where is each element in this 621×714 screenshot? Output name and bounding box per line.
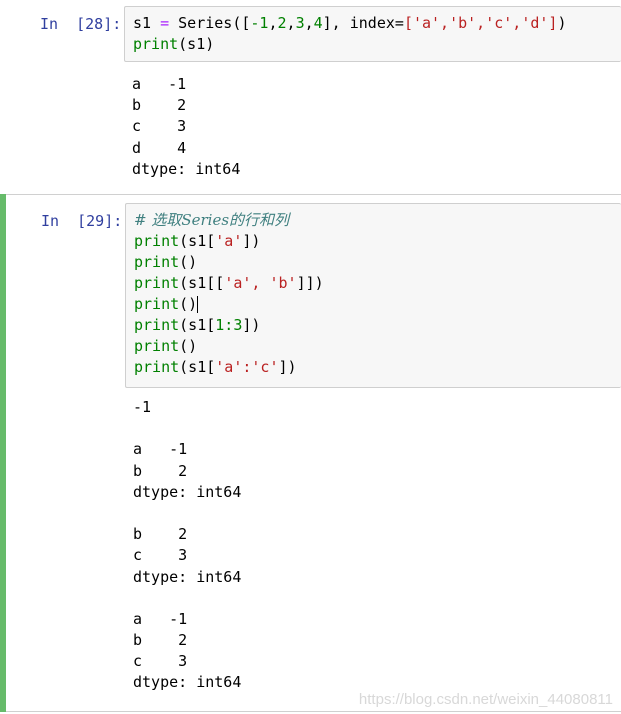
code-line: # 选取Series的行和列 <box>134 210 613 231</box>
code-token: Series([ <box>178 14 251 32</box>
code-token: , <box>304 14 314 32</box>
code-token: s1 <box>133 14 152 32</box>
code-token: () <box>179 337 198 355</box>
output-line: b 2 <box>133 525 188 544</box>
code-token: = <box>151 14 179 32</box>
notebook-cell-28[interactable]: In [28]: s1 = Series([-1,2,3,4], index=[… <box>0 0 621 193</box>
output-line: a -1 <box>133 609 188 628</box>
output-line: a -1 <box>133 440 188 459</box>
code-token: ['a','b','c','d'] <box>403 14 558 32</box>
output-line: b 2 <box>133 461 188 480</box>
code-line: print() <box>134 294 613 315</box>
code-token: print <box>134 337 180 355</box>
code-token: (s1[ <box>179 316 216 334</box>
code-input-area[interactable]: s1 = Series([-1,2,3,4], index=['a','b','… <box>124 6 621 62</box>
code-line: print() <box>134 252 613 273</box>
code-token: 1:3 <box>215 316 243 334</box>
code-token: 'a' <box>215 232 243 250</box>
code-token: print <box>134 316 180 334</box>
code-line: print(s1[['a', 'b']]) <box>134 273 613 294</box>
code-token: ]) <box>242 232 261 250</box>
notebook-cell-29[interactable]: In [29]: # 选取Series的行和列 print(s1['a']) p… <box>0 194 621 712</box>
output-line: a -1 <box>132 75 187 93</box>
code-token: -1 <box>250 14 269 32</box>
output-line: dtype: int64 <box>133 482 242 501</box>
code-token: 2 <box>277 14 287 32</box>
code-token: print <box>134 358 180 376</box>
code-token: print <box>133 35 179 53</box>
cell-prompt: In [29]: <box>41 212 123 230</box>
code-token: , <box>286 14 296 32</box>
code-token: ]]) <box>296 274 324 292</box>
code-token: () <box>179 253 198 271</box>
output-line: dtype: int64 <box>133 567 242 586</box>
code-token: (s1[ <box>179 232 216 250</box>
code-line: print(s1['a':'c']) <box>134 357 613 378</box>
code-token: 'a', 'b' <box>224 274 297 292</box>
output-line: -1 <box>133 398 152 416</box>
code-line: print(s1[1:3]) <box>134 315 613 336</box>
code-token: ], index= <box>322 14 404 32</box>
code-token: 4 <box>313 14 323 32</box>
code-token: ) <box>557 14 567 32</box>
code-token: print <box>134 232 180 250</box>
code-input-area[interactable]: # 选取Series的行和列 print(s1['a']) print() pr… <box>125 203 621 388</box>
code-line: s1 = Series([-1,2,3,4], index=['a','b','… <box>133 13 613 34</box>
output-line: c 3 <box>133 546 188 565</box>
output-line: c 3 <box>132 117 187 136</box>
code-line: print(s1) <box>133 34 613 55</box>
output-line: b 2 <box>132 96 187 115</box>
code-token: () <box>179 295 198 313</box>
code-token: print <box>134 274 180 292</box>
output-line: d 4 <box>132 138 187 157</box>
cell-output: a -1 b 2 c 3 d 4 dtype: int64 <box>132 74 621 180</box>
code-token: 'a':'c' <box>215 358 279 376</box>
output-line: c 3 <box>133 652 188 671</box>
output-line: dtype: int64 <box>132 159 241 178</box>
cell-prompt: In [28]: <box>40 15 122 33</box>
code-token: ]) <box>242 316 261 334</box>
output-line: b 2 <box>133 631 188 650</box>
code-token: 3 <box>295 14 305 32</box>
code-line: print(s1['a']) <box>134 231 613 252</box>
code-token: (s1[[ <box>179 274 225 292</box>
code-comment: # 选取Series的行和列 <box>134 211 290 229</box>
code-token: , <box>268 14 278 32</box>
code-token: print <box>134 295 180 313</box>
text-cursor <box>197 296 199 313</box>
code-line: print() <box>134 336 613 357</box>
code-token: ]) <box>278 358 297 376</box>
code-token: (s1[ <box>179 358 216 376</box>
watermark-text: https://blog.csdn.net/weixin_44080811 <box>358 691 613 708</box>
code-token: print <box>134 253 180 271</box>
cell-output: -1 a -1 b 2 dtype: int64 b 2 c 3 dtype: … <box>133 397 621 694</box>
code-token: (s1) <box>178 35 215 53</box>
